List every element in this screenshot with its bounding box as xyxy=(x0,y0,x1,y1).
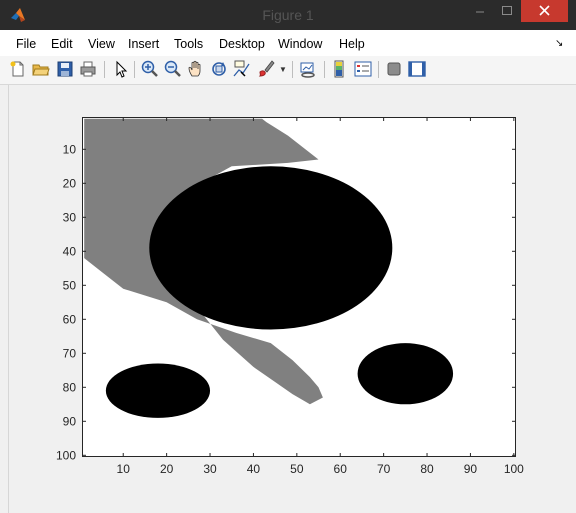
menu-help[interactable]: Help xyxy=(339,37,365,51)
edit-pointer-icon[interactable] xyxy=(110,59,130,79)
x-tick-label: 10 xyxy=(117,462,131,476)
y-tick-label: 90 xyxy=(63,414,77,428)
ellipse-1 xyxy=(149,166,393,330)
figure-toolbar: ▼ xyxy=(0,56,576,85)
toolbar-separator xyxy=(134,61,135,78)
x-tick-label: 30 xyxy=(203,462,217,476)
brush-icon[interactable] xyxy=(256,59,276,79)
toolbar-separator xyxy=(292,61,293,78)
pan-icon[interactable] xyxy=(186,59,206,79)
toolbar-separator xyxy=(378,61,379,78)
y-tick-label: 50 xyxy=(63,278,77,292)
print-icon[interactable] xyxy=(78,59,98,79)
ellipse-3 xyxy=(357,343,454,405)
maximize-icon[interactable] xyxy=(494,0,520,22)
figure-canvas[interactable]: 10 20 30 40 50 60 70 80 90 100 10 20 30 40 50 60 70 80 90 1… xyxy=(8,85,569,513)
y-tick-label: 40 xyxy=(63,244,77,258)
x-tick-label: 50 xyxy=(290,462,304,476)
y-tick-label: 30 xyxy=(63,210,77,224)
title-bar[interactable]: Figure 1 xyxy=(0,0,576,30)
figure-window: Figure 1 File Edit View Insert Tools Des… xyxy=(0,0,576,513)
menu-bar: File Edit View Insert Tools Desktop Wind… xyxy=(0,30,576,56)
menu-tools[interactable]: Tools xyxy=(174,37,203,51)
hide-plot-tools-icon[interactable] xyxy=(384,59,404,79)
image-data xyxy=(82,117,516,457)
rotate-3d-icon[interactable] xyxy=(209,59,229,79)
y-tick-label: 60 xyxy=(63,312,77,326)
save-icon[interactable] xyxy=(55,59,75,79)
menu-window[interactable]: Window xyxy=(278,37,322,51)
zoom-out-icon[interactable] xyxy=(163,59,183,79)
close-icon[interactable] xyxy=(521,0,568,22)
menu-edit[interactable]: Edit xyxy=(51,37,73,51)
toolbar-separator xyxy=(104,61,105,78)
x-tick-label: 100 xyxy=(504,462,524,476)
y-tick-label: 100 xyxy=(56,448,76,462)
menu-file[interactable]: File xyxy=(16,37,36,51)
y-tick-label: 80 xyxy=(63,380,77,394)
image-axes[interactable]: 10 20 30 40 50 60 70 80 90 100 10 20 30 40 50 60 70 80 90 1… xyxy=(9,85,569,513)
insert-colorbar-icon[interactable] xyxy=(330,59,350,79)
data-cursor-icon[interactable] xyxy=(232,59,252,79)
show-plot-tools-icon[interactable] xyxy=(407,59,427,79)
menu-desktop[interactable]: Desktop xyxy=(219,37,265,51)
insert-legend-icon[interactable] xyxy=(353,59,373,79)
toolbar-separator xyxy=(324,61,325,78)
link-plot-icon[interactable] xyxy=(298,59,318,79)
x-tick-label: 70 xyxy=(377,462,391,476)
brush-dropdown-icon[interactable]: ▼ xyxy=(279,65,287,74)
y-tick-label: 10 xyxy=(63,142,77,156)
open-file-icon[interactable] xyxy=(31,59,51,79)
y-tick-label: 20 xyxy=(63,176,77,190)
menu-view[interactable]: View xyxy=(88,37,115,51)
menu-insert[interactable]: Insert xyxy=(128,37,159,51)
ellipse-2 xyxy=(105,363,211,418)
x-tick-label: 90 xyxy=(464,462,478,476)
new-figure-icon[interactable] xyxy=(8,59,28,79)
zoom-in-icon[interactable] xyxy=(140,59,160,79)
x-tick-label: 40 xyxy=(247,462,261,476)
x-tick-label: 80 xyxy=(420,462,434,476)
undock-arrow-icon[interactable]: ↘ xyxy=(555,38,563,49)
x-tick-label: 20 xyxy=(160,462,174,476)
y-tick-label: 70 xyxy=(63,346,77,360)
minimize-icon[interactable] xyxy=(467,0,493,22)
x-tick-label: 60 xyxy=(334,462,348,476)
